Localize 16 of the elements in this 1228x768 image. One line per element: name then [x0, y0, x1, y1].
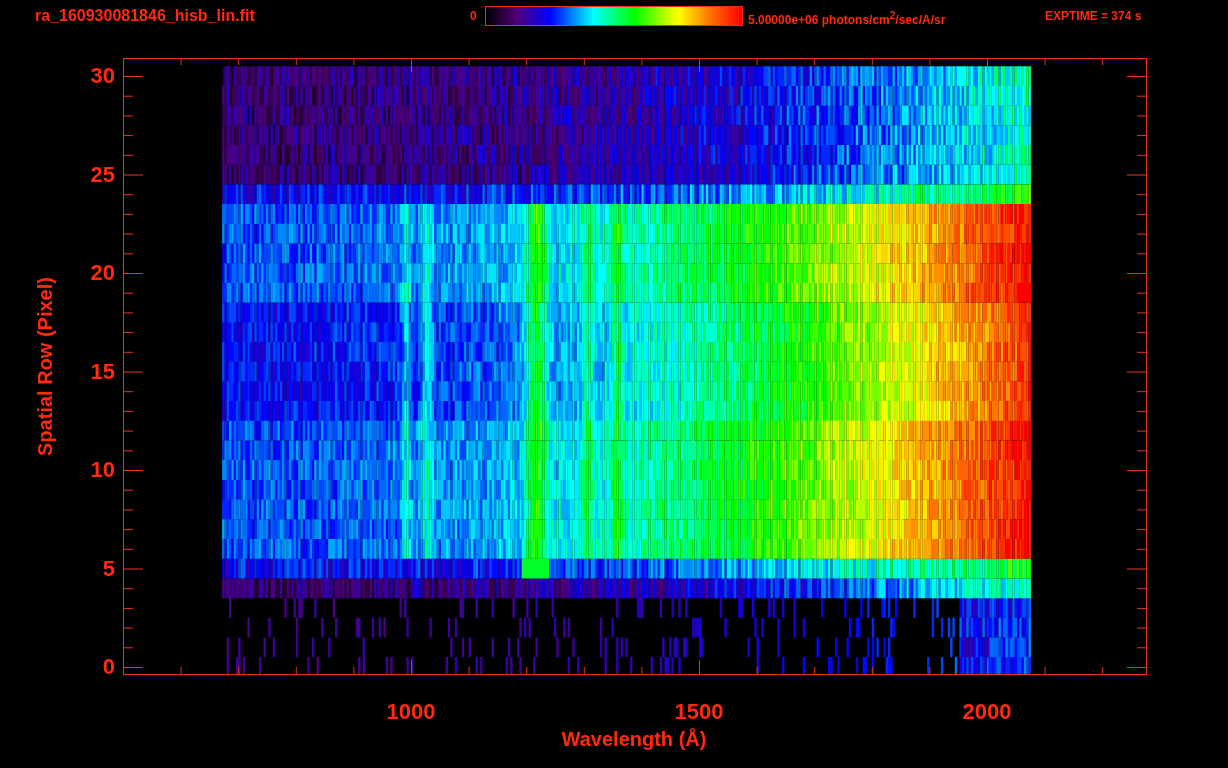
tick-label: 0 [102, 654, 115, 680]
tick-label: 30 [90, 63, 115, 89]
y-axis-label: Spatial Row (Pixel) [33, 277, 57, 456]
tick-label: 1500 [673, 699, 725, 725]
exposure-time: EXPTIME = 374 s [1045, 8, 1142, 25]
x-axis-label: Wavelength (Å) [561, 727, 707, 751]
colorbar-max-label: 5.00000e+06 photons/cm$^{2}$/sec/A/sr [748, 9, 947, 29]
tick-label: 2000 [961, 699, 1013, 725]
tick-label: 10 [90, 457, 115, 483]
tick-label: 20 [90, 260, 115, 286]
tick-label: 25 [90, 161, 115, 188]
colorbar-min-label: 0 [470, 8, 478, 25]
tick-label: 1000 [385, 699, 437, 725]
file-title: ra_160930081846_hisb_lin.fit [34, 6, 256, 26]
tick-label: 5 [102, 555, 115, 582]
tick-label: 15 [90, 358, 115, 385]
